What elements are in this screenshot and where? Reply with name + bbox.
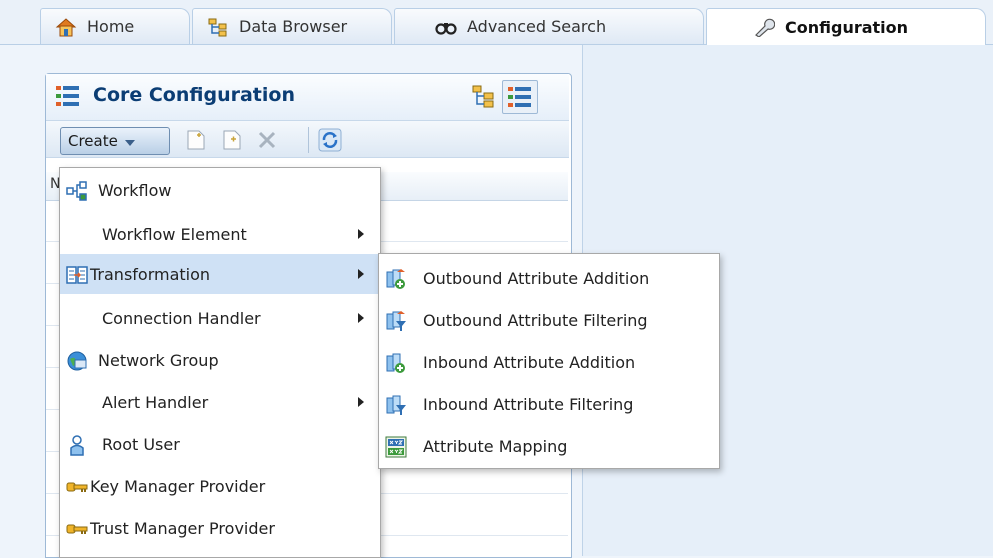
menu-item-label: Alert Handler <box>102 392 209 412</box>
chevron-right-icon <box>358 229 364 239</box>
tab-configuration-label: Configuration <box>785 17 909 37</box>
menu-item-root-user[interactable]: Root User <box>60 424 378 464</box>
attribute-add-icon <box>386 269 405 289</box>
key-icon <box>66 482 88 492</box>
panel-title: Core Configuration <box>93 84 295 106</box>
home-icon <box>55 17 77 36</box>
menu-item-network-group[interactable]: Network Group <box>60 340 378 380</box>
chevron-right-icon <box>358 397 364 407</box>
submenu-item-outbound-attribute-filtering[interactable]: Outbound Attribute Filtering <box>379 300 717 340</box>
create-menu: Workflow Workflow Element Transformation… <box>59 167 381 558</box>
menu-item-label: Connection Handler <box>102 308 261 328</box>
tree-view-icon[interactable] <box>471 84 497 108</box>
menu-item-trust-manager-provider[interactable]: Trust Manager Provider <box>60 508 378 548</box>
create-button-label: Create <box>68 132 118 150</box>
chevron-right-icon <box>358 269 364 279</box>
submenu-item-inbound-attribute-addition[interactable]: Inbound Attribute Addition <box>379 342 717 382</box>
menu-item-label: Trust Manager Provider <box>90 518 275 538</box>
attribute-mapping-icon <box>385 436 407 458</box>
submenu-item-outbound-attribute-addition[interactable]: Outbound Attribute Addition <box>379 258 717 298</box>
menu-item-transformation[interactable]: Transformation <box>60 254 378 294</box>
refresh-icon[interactable] <box>318 128 342 152</box>
submenu-item-label: Attribute Mapping <box>423 436 568 456</box>
menu-item-alert-handler[interactable]: Alert Handler <box>60 382 378 422</box>
submenu-item-inbound-attribute-filtering[interactable]: Inbound Attribute Filtering <box>379 384 717 424</box>
menu-item-label: Network Group <box>98 350 219 370</box>
menu-item-label: Key Manager Provider <box>90 476 266 496</box>
tab-advanced-search-label: Advanced Search <box>467 17 607 36</box>
menu-item-connection-handler[interactable]: Connection Handler <box>60 298 378 338</box>
binoculars-icon <box>435 22 457 35</box>
submenu-item-attribute-mapping[interactable]: Attribute Mapping <box>379 426 717 466</box>
workflow-icon <box>66 181 87 201</box>
submenu-item-label: Inbound Attribute Addition <box>423 352 636 372</box>
chevron-right-icon <box>358 313 364 323</box>
tab-home-label: Home <box>87 17 135 36</box>
tab-data-browser[interactable]: Data Browser <box>192 8 392 44</box>
menu-item-key-manager-provider[interactable]: Key Manager Provider <box>60 466 378 506</box>
submenu-item-label: Inbound Attribute Filtering <box>423 394 634 414</box>
menu-item-label: Root User <box>102 434 180 454</box>
list-view-icon <box>56 86 79 106</box>
list-view-toggle[interactable] <box>502 80 538 114</box>
menu-item-workflow-element[interactable]: Workflow Element <box>60 214 378 254</box>
tab-data-browser-label: Data Browser <box>239 17 348 36</box>
create-button[interactable]: Create <box>60 127 170 155</box>
tab-home[interactable]: Home <box>40 8 190 44</box>
submenu-item-label: Outbound Attribute Addition <box>423 268 650 288</box>
menu-item-label: Workflow Element <box>102 224 247 244</box>
new-entry-icon[interactable] <box>184 128 208 152</box>
globe-icon <box>67 351 87 371</box>
tree-icon <box>208 18 227 36</box>
menu-item-label: Transformation <box>90 264 211 284</box>
delete-icon[interactable] <box>255 128 279 152</box>
attribute-add-icon <box>386 353 405 373</box>
key-icon <box>66 524 88 534</box>
toolbar-divider <box>308 127 309 153</box>
menu-item-workflow[interactable]: Workflow <box>60 170 378 210</box>
new-child-icon[interactable] <box>220 128 244 152</box>
tab-configuration[interactable]: Configuration <box>706 8 986 45</box>
menu-item-label: Workflow <box>98 180 172 200</box>
chevron-down-icon <box>124 139 135 146</box>
list-view-icon <box>508 87 531 107</box>
submenu-item-label: Outbound Attribute Filtering <box>423 310 648 330</box>
attribute-filter-icon <box>386 311 406 331</box>
wrench-icon <box>755 18 775 37</box>
user-icon <box>70 435 84 456</box>
tab-advanced-search[interactable]: Advanced Search <box>394 8 704 44</box>
transformation-icon <box>66 266 88 284</box>
transformation-submenu: Outbound Attribute Addition Outbound Att… <box>378 253 720 469</box>
attribute-filter-icon <box>386 395 406 415</box>
